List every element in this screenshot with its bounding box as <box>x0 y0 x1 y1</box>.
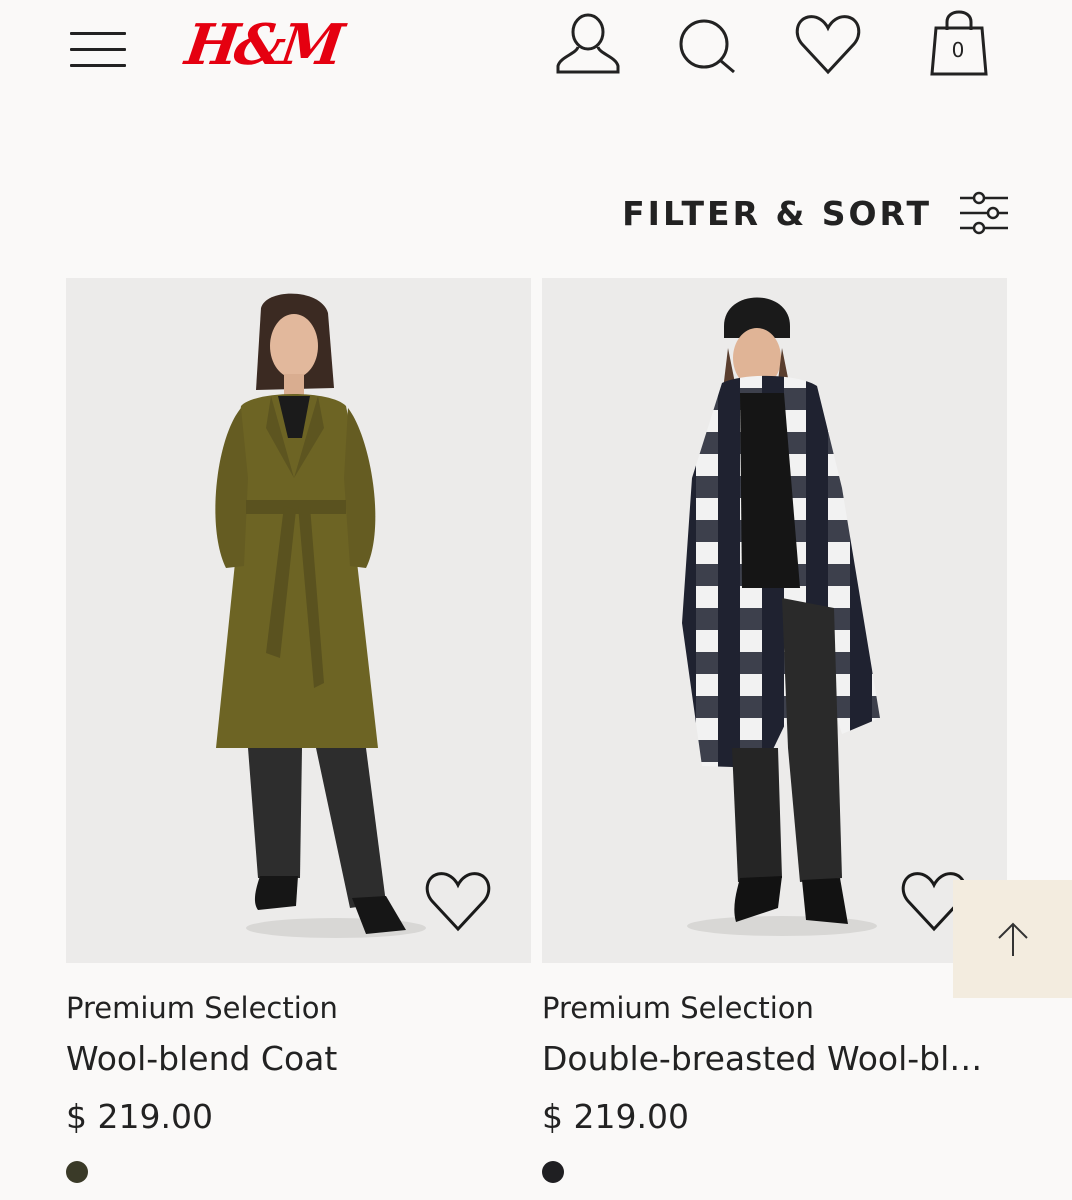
product-card[interactable]: Premium Selection Wool-blend Coat $ 219.… <box>66 278 531 1183</box>
product-brand: Premium Selection <box>542 991 814 1025</box>
back-to-top-button[interactable] <box>953 880 1072 998</box>
favorite-heart-icon[interactable] <box>423 869 493 933</box>
product-name[interactable]: Wool-blend Coat <box>66 1039 526 1079</box>
shopping-bag-icon[interactable]: 0 <box>930 10 988 78</box>
menu-icon[interactable] <box>70 30 126 70</box>
search-icon[interactable] <box>676 10 738 76</box>
site-header: H&M 0 <box>0 0 1072 100</box>
product-name[interactable]: Double-breasted Wool-ble… <box>542 1039 1002 1079</box>
product-brand: Premium Selection <box>66 991 338 1025</box>
product-image[interactable] <box>66 278 531 963</box>
arrow-up-icon <box>998 922 1028 956</box>
color-swatch[interactable] <box>542 1161 564 1183</box>
account-icon[interactable] <box>554 10 622 78</box>
model-photo <box>682 297 880 936</box>
product-price: $ 219.00 <box>66 1097 213 1136</box>
favorites-icon[interactable] <box>794 10 862 78</box>
product-price: $ 219.00 <box>542 1097 689 1136</box>
cart-count: 0 <box>951 38 965 62</box>
product-card[interactable]: Premium Selection Double-breasted Wool-b… <box>542 278 1007 1183</box>
filter-sort-button[interactable]: FILTER & SORT <box>622 186 1008 240</box>
hm-logo[interactable]: H&M <box>181 10 344 80</box>
product-image[interactable] <box>542 278 1007 963</box>
filter-sort-label: FILTER & SORT <box>622 193 932 233</box>
model-photo <box>215 293 426 938</box>
sliders-icon <box>960 191 1008 235</box>
color-swatch[interactable] <box>66 1161 88 1183</box>
